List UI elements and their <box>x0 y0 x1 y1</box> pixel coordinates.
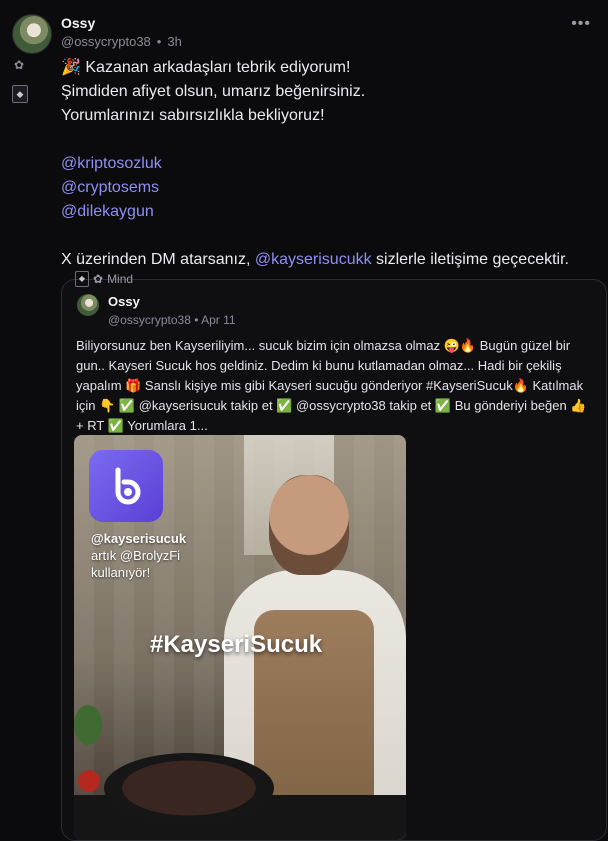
avatar[interactable] <box>12 14 52 54</box>
mind-icon[interactable]: ✿ <box>12 58 26 72</box>
image-hashtag: #KayseriSucuk <box>150 631 323 658</box>
quoted-author-name[interactable]: Ossy <box>108 294 140 309</box>
quoted-post-card[interactable]: Ossy @ossycrypto38 • Apr 11 Biliyorsunuz… <box>61 279 607 841</box>
post-line: Yorumlarınızı sabırsızlıkla bekliyoruz! <box>61 107 325 124</box>
image-overlay-text: @kayserisucuk artık @BrolyzFi kullanıyör… <box>91 531 187 580</box>
b-logo-icon <box>89 450 163 522</box>
post-line: 🎉 Kazanan arkadaşları tebrik ediyorum! <box>61 59 351 76</box>
author-handle[interactable]: @ossycrypto38 <box>61 34 151 49</box>
post-body: 🎉 Kazanan arkadaşları tebrik ediyorum! Ş… <box>61 56 601 272</box>
post-image[interactable]: @kayserisucuk artık @BrolyzFi kullanıyör… <box>74 435 406 840</box>
mind-icon: ✿ <box>93 272 104 286</box>
quoted-avatar[interactable] <box>77 294 99 316</box>
post: ✿ ◆ Ossy @ossycrypto38 • 3h ••• 🎉 Kazanan … <box>0 0 608 841</box>
profile-badge-icon: ◆ <box>75 271 89 287</box>
avatar-column <box>12 14 52 54</box>
quoted-handle[interactable]: @ossycrypto38 <box>108 313 191 327</box>
post-line: Şimdiden afiyet olsun, umarız beğenirsin… <box>61 83 366 100</box>
profile-badge-icon[interactable]: ◆ <box>12 85 28 103</box>
dm-line: X üzerinden DM atarsanız, @kayserisucukk… <box>61 251 569 268</box>
handle-row: @ossycrypto38 • 3h <box>61 34 591 49</box>
quoted-meta: @ossycrypto38 • Apr 11 <box>108 313 236 327</box>
post-header: Ossy @ossycrypto38 • 3h ••• <box>61 15 591 49</box>
mention-link[interactable]: @kriptosozluk <box>61 155 162 172</box>
mention-link[interactable]: @kayserisucukk <box>255 251 372 268</box>
separator-dot: • <box>194 313 199 327</box>
quoted-date[interactable]: Apr 11 <box>201 313 235 327</box>
separator-dot: • <box>156 34 162 49</box>
more-options-icon[interactable]: ••• <box>571 15 591 33</box>
author-name[interactable]: Ossy <box>61 15 591 31</box>
mention-link[interactable]: @dilekaygun <box>61 203 154 220</box>
quoted-text: Biliyorsunuz ben Kayseriliyim... sucuk b… <box>76 338 587 433</box>
mention-link[interactable]: @cryptosems <box>61 179 159 196</box>
quote-label: ◆ ✿ Mind <box>75 271 133 287</box>
post-time[interactable]: 3h <box>167 34 181 49</box>
